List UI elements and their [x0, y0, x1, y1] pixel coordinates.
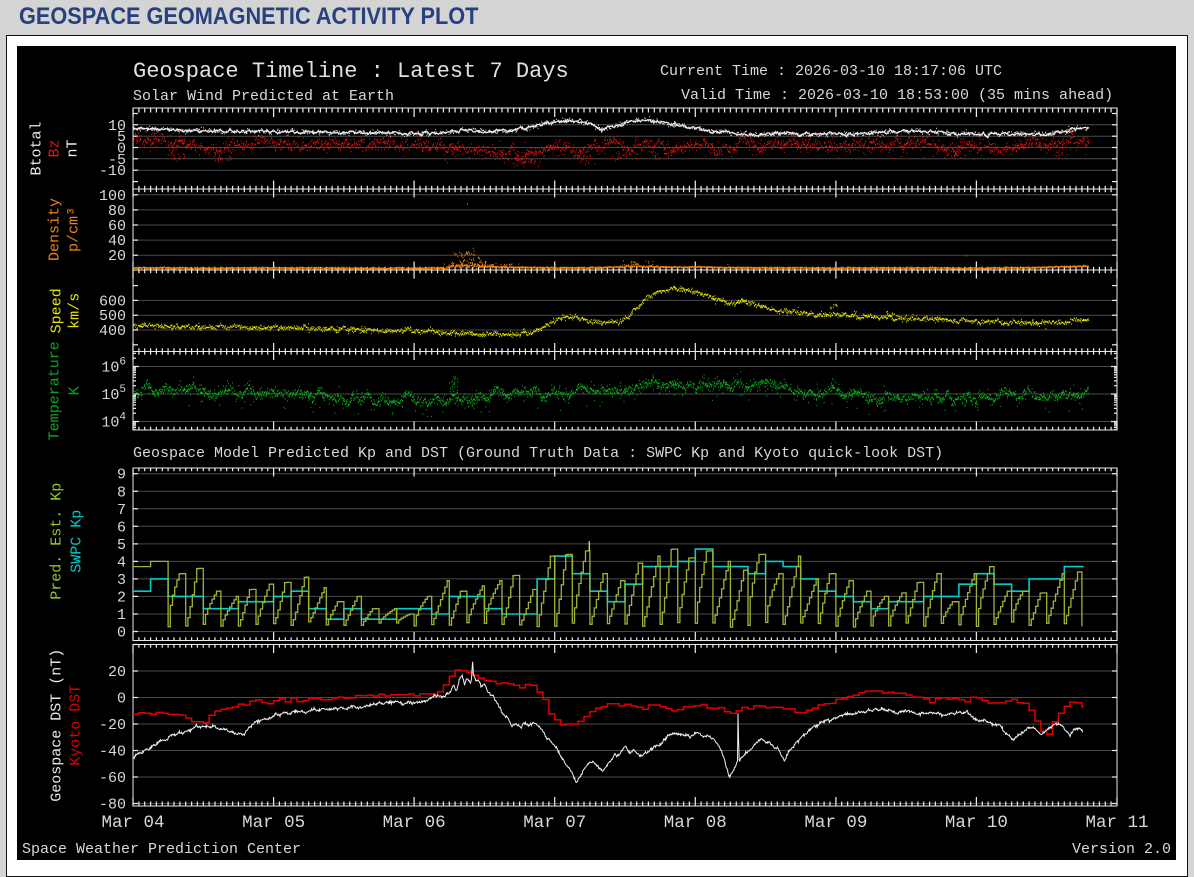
svg-text:SWPC Kp: SWPC Kp: [69, 510, 86, 573]
svg-text:-20: -20: [99, 717, 126, 734]
svg-text:-80: -80: [99, 797, 126, 814]
svg-text:Geospace DST (nT): Geospace DST (nT): [49, 649, 66, 802]
svg-text:0: 0: [117, 625, 126, 642]
svg-text:1: 1: [117, 607, 126, 624]
svg-text:Mar 08: Mar 08: [664, 813, 727, 833]
svg-text:km/s: km/s: [67, 293, 84, 329]
svg-text:3: 3: [117, 572, 126, 589]
svg-text:Mar 04: Mar 04: [101, 813, 164, 833]
svg-text:Mar 06: Mar 06: [383, 813, 446, 833]
svg-text:Mar 09: Mar 09: [804, 813, 867, 833]
svg-text:0: 0: [117, 691, 126, 708]
svg-text:Valid Time : 2026-03-10 18:53:: Valid Time : 2026-03-10 18:53:00 (35 min…: [681, 87, 1113, 104]
svg-text:Speed: Speed: [49, 288, 66, 333]
svg-text:Mar 11: Mar 11: [1085, 813, 1148, 833]
svg-text:-10: -10: [99, 163, 126, 180]
svg-text:8: 8: [117, 484, 126, 501]
svg-text:Current Time : 2026-03-10 18:1: Current Time : 2026-03-10 18:17:06 UTC: [660, 63, 1002, 80]
svg-text:p/cm³: p/cm³: [66, 207, 83, 252]
svg-text:7: 7: [117, 502, 126, 519]
svg-text:Solar Wind Predicted at Earth: Solar Wind Predicted at Earth: [133, 88, 394, 105]
svg-text:Geospace Timeline : Latest 7 D: Geospace Timeline : Latest 7 Days: [133, 59, 569, 84]
svg-text:Bz: Bz: [47, 139, 64, 157]
svg-text:20: 20: [108, 664, 126, 681]
svg-text:-60: -60: [99, 770, 126, 787]
svg-text:Btotal: Btotal: [29, 121, 46, 175]
svg-text:Mar 07: Mar 07: [523, 813, 586, 833]
svg-text:Density: Density: [47, 198, 64, 261]
svg-text:2: 2: [117, 589, 126, 606]
svg-text:5: 5: [117, 537, 126, 554]
svg-text:Pred. Est. Kp: Pred. Est. Kp: [49, 483, 66, 600]
svg-text:4: 4: [117, 554, 126, 571]
svg-text:Mar 05: Mar 05: [242, 813, 305, 833]
svg-text:Kyoto DST: Kyoto DST: [68, 685, 85, 766]
svg-text:400: 400: [99, 323, 126, 340]
svg-text:Mar 10: Mar 10: [945, 813, 1008, 833]
svg-text:Space Weather Prediction Cente: Space Weather Prediction Center: [22, 841, 301, 858]
svg-text:20: 20: [108, 248, 126, 265]
svg-text:Temperature: Temperature: [47, 341, 64, 440]
svg-text:Geospace Model Predicted Kp an: Geospace Model Predicted Kp and DST (Gro…: [133, 445, 943, 462]
svg-text:K: K: [67, 386, 84, 395]
svg-text:Version 2.0: Version 2.0: [1072, 841, 1171, 858]
svg-text:-40: -40: [99, 744, 126, 761]
svg-text:9: 9: [117, 467, 126, 484]
svg-text:nT: nT: [65, 139, 82, 157]
svg-text:6: 6: [117, 519, 126, 536]
